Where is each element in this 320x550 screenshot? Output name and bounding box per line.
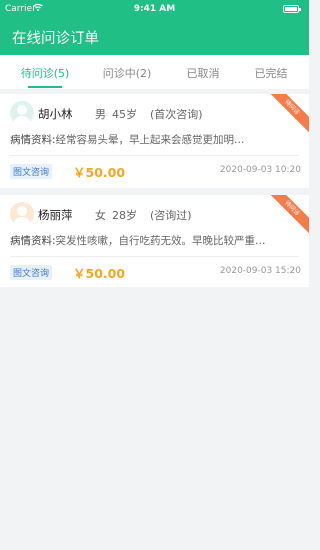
condition-text: 经常容易头晕，早上起来会感觉更加明… <box>55 134 245 146</box>
tab-in-progress[interactable]: 问诊中(2) <box>92 65 162 81</box>
app-header: Carrier 9:41 AM 在线问诊订单 <box>0 0 309 55</box>
order-price: ￥50.00 <box>73 266 126 281</box>
tab-completed[interactable]: 已完结 <box>236 65 306 81</box>
order-card[interactable]: 杨丽萍 女 28岁 (咨询过) 待问诊 病情资料:突发性咳嗽，自行吃药无效。早晚… <box>0 195 309 287</box>
tab-pending[interactable]: 待问诊(5) <box>10 65 80 81</box>
condition-summary: 病情资料:经常容易头晕，早上起来会感觉更加明… <box>10 132 270 147</box>
order-datetime: 2020-09-03 10:20 <box>219 165 301 175</box>
order-datetime: 2020-09-03 15:20 <box>219 266 301 276</box>
condition-label: 病情资料: <box>10 134 56 146</box>
patient-gender: 男 <box>95 108 106 121</box>
patient-name: 胡小林 <box>38 107 73 121</box>
page-title: 在线问诊订单 <box>12 31 99 47</box>
order-card[interactable]: 胡小林 男 45岁 (首次咨询) 待问诊 病情资料:经常容易头晕，早上起来会感觉… <box>0 94 309 188</box>
condition-text: 突发性咳嗽，自行吃药无效。早晚比较严重… <box>55 235 266 247</box>
patient-age: 28岁 <box>112 209 137 222</box>
divider <box>10 155 299 156</box>
active-tab-indicator <box>28 86 62 88</box>
avatar <box>10 202 34 226</box>
consult-type-badge: 图文咨询 <box>10 164 53 179</box>
status-ribbon: 待问诊 <box>266 94 309 134</box>
condition-label: 病情资料: <box>10 235 56 247</box>
patient-name: 杨丽萍 <box>38 208 73 222</box>
order-price: ￥50.00 <box>73 165 126 180</box>
order-tabs: 待问诊(5) 问诊中(2) 已取消 已完结 <box>0 55 309 89</box>
divider <box>10 256 299 257</box>
patient-age: 45岁 <box>112 108 137 121</box>
visit-type: (咨询过) <box>150 209 192 222</box>
patient-gender: 女 <box>95 209 106 222</box>
condition-summary: 病情资料:突发性咳嗽，自行吃药无效。早晚比较严重… <box>10 233 270 248</box>
consult-type-badge: 图文咨询 <box>10 265 53 280</box>
avatar <box>10 101 34 125</box>
clock: 9:41 AM <box>133 4 176 14</box>
status-bar: Carrier 9:41 AM <box>0 0 309 18</box>
battery-icon <box>283 5 301 13</box>
visit-type: (首次咨询) <box>150 108 203 121</box>
status-ribbon: 待问诊 <box>266 195 309 235</box>
tab-cancelled[interactable]: 已取消 <box>168 65 238 81</box>
